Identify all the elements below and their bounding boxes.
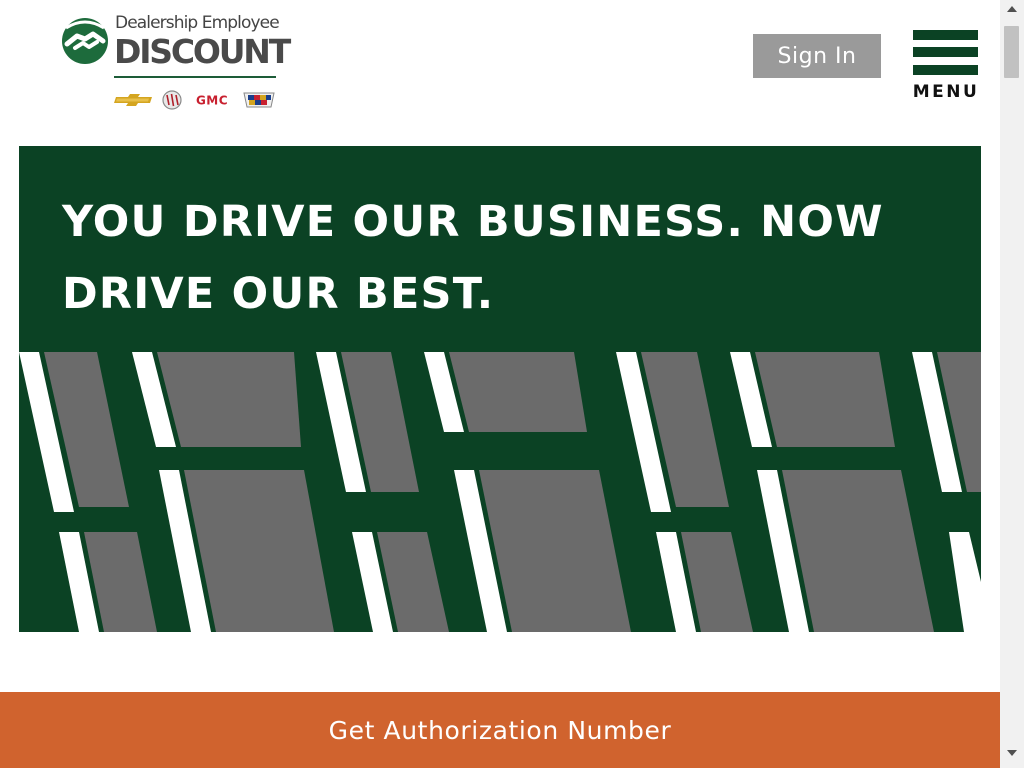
menu-bar <box>913 30 978 40</box>
chevrolet-logo <box>114 94 152 106</box>
page: Dealership Employee DISCOUNT GMC Sign In… <box>0 0 1024 768</box>
menu-bar <box>913 47 978 57</box>
site-logo[interactable]: Dealership Employee DISCOUNT GMC <box>61 12 291 114</box>
gmc-logo: GMC <box>190 94 234 108</box>
buick-logo <box>162 90 182 110</box>
scroll-up-arrow-icon[interactable] <box>1007 6 1017 12</box>
svg-text:GMC: GMC <box>196 94 228 108</box>
hero-title-line1: YOU DRIVE OUR BUSINESS. NOW <box>62 197 884 247</box>
brand-logos: GMC <box>114 90 275 110</box>
logo-wordmark: DISCOUNT <box>114 32 291 71</box>
logo-tagline: Dealership Employee <box>115 13 280 33</box>
handshake-icon <box>62 18 108 64</box>
cadillac-logo <box>243 92 275 108</box>
hero-title-line2: DRIVE OUR BEST. <box>62 269 495 319</box>
scrollbar-thumb[interactable] <box>1004 26 1019 78</box>
menu-bar <box>913 65 978 75</box>
hero-pattern-graphic <box>19 352 981 632</box>
menu-button[interactable]: MENU <box>912 30 980 104</box>
hero-title: YOU DRIVE OUR BUSINESS. NOW DRIVE OUR BE… <box>62 186 962 330</box>
get-authorization-number-button[interactable]: Get Authorization Number <box>0 692 1000 768</box>
sign-in-button[interactable]: Sign In <box>753 34 881 78</box>
hero-banner: YOU DRIVE OUR BUSINESS. NOW DRIVE OUR BE… <box>19 146 981 632</box>
vertical-scrollbar[interactable] <box>1000 0 1024 768</box>
menu-label: MENU <box>912 82 980 102</box>
logo-divider <box>114 76 276 78</box>
scroll-down-arrow-icon[interactable] <box>1007 750 1017 756</box>
